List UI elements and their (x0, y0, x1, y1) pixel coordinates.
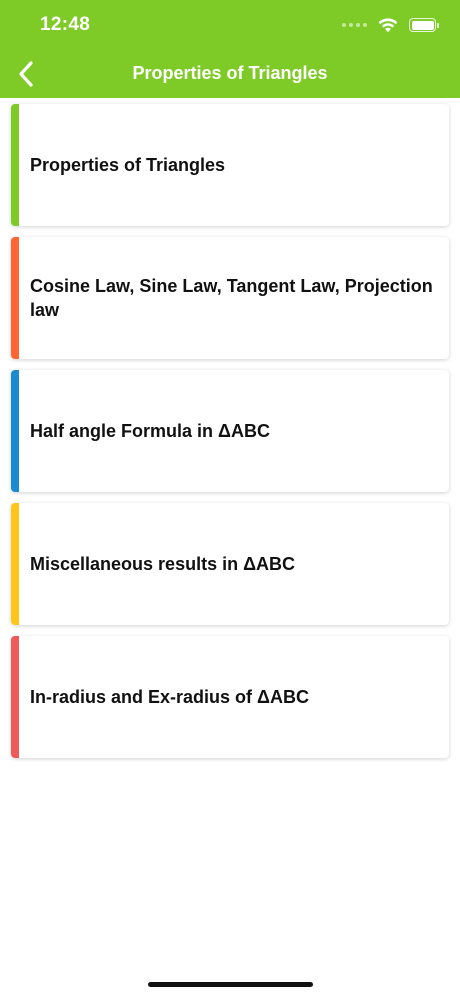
list-item-half-angle-formula[interactable]: Half angle Formula in ΔABC (11, 370, 449, 492)
cellular-signal-icon (342, 23, 367, 27)
navigation-bar: Properties of Triangles (0, 50, 460, 98)
list-item-properties-of-triangles[interactable]: Properties of Triangles (11, 104, 449, 226)
card-accent-bar (11, 370, 19, 492)
list-item-label: Properties of Triangles (30, 155, 226, 175)
list-item-in-radius-ex-radius[interactable]: In-radius and Ex-radius of ΔABC (11, 636, 449, 758)
list-item-miscellaneous-results[interactable]: Miscellaneous results in ΔABC (11, 503, 449, 625)
battery-icon (409, 18, 439, 32)
status-bar: 12:48 (0, 0, 460, 50)
app-header: 12:48 Properties of Triangles (0, 0, 460, 98)
home-indicator[interactable] (148, 982, 313, 987)
list-item-label: Miscellaneous results in ΔABC (30, 554, 296, 574)
list-item-label: In-radius and Ex-radius of ΔABC (30, 687, 309, 707)
status-indicators (342, 16, 439, 34)
card-accent-bar (11, 503, 19, 625)
list-item-label: Half angle Formula in ΔABC (30, 421, 270, 441)
status-time: 12:48 (40, 14, 91, 35)
topic-list: Properties of Triangles Cosine Law, Sine… (11, 104, 449, 769)
card-accent-bar (11, 237, 19, 359)
card-accent-bar (11, 104, 19, 226)
list-item-label: Cosine Law, Sine Law, Tangent Law, Proje… (30, 276, 433, 320)
card-accent-bar (11, 636, 19, 758)
list-item-cosine-sine-tangent-projection-law[interactable]: Cosine Law, Sine Law, Tangent Law, Proje… (11, 237, 449, 359)
page-title: Properties of Triangles (132, 63, 328, 83)
wifi-icon (378, 18, 398, 33)
